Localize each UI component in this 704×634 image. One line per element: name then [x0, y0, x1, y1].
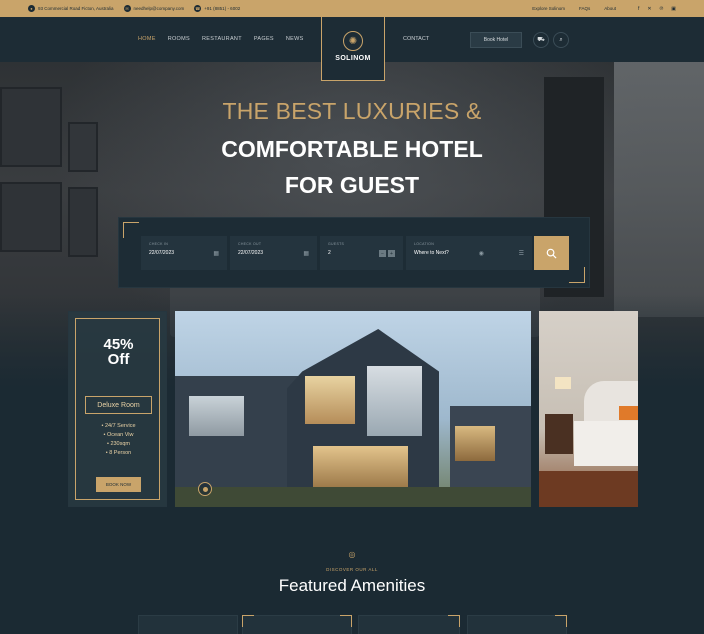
checkout-field[interactable]: CHECK OUT 22/07/2023 ▦ [230, 236, 317, 270]
cart-icon[interactable]: ⛟ [533, 32, 549, 48]
house-window [305, 376, 355, 424]
house-ground [175, 487, 531, 507]
email-link[interactable]: needhelp@company.com [134, 6, 185, 11]
minus-icon[interactable]: − [379, 250, 386, 257]
guests-stepper[interactable]: − + [377, 250, 395, 257]
book-hotel-button[interactable]: Book Hotel [470, 32, 522, 48]
promo-features: • 24/7 Service • Ocean Viw • 230sqm • 8 … [69, 422, 168, 458]
lamp [555, 377, 571, 389]
booking-form: CHECK IN 22/07/2023 ▦ CHECK OUT 22/07/20… [118, 217, 590, 288]
logo-icon: ✺ [343, 31, 363, 51]
house-image [175, 311, 531, 507]
checkin-label: CHECK IN [149, 242, 169, 246]
amenity-card[interactable] [358, 615, 460, 634]
nav-item-news[interactable]: NEWS [286, 36, 304, 42]
location-pin-icon: ● [28, 5, 35, 12]
address-item: ● 93 Commercial Road Ficton, Australia [28, 5, 114, 12]
ornament-corner [448, 615, 460, 627]
house-window [189, 396, 244, 436]
bed [574, 421, 638, 466]
promo-discount: 45% Off [69, 337, 168, 367]
promo-room: Deluxe Room [85, 396, 152, 414]
ornament-corner [569, 267, 585, 283]
bedroom-image [539, 311, 638, 507]
list-item: • 230sqm [106, 441, 131, 447]
guests-label: GUESTS [328, 242, 345, 246]
topbar-link-faqs[interactable]: FAQs [579, 6, 590, 11]
calendar-icon[interactable]: ▦ [213, 250, 219, 257]
filter-icon[interactable]: ☰ [519, 250, 524, 257]
plus-icon[interactable]: + [388, 250, 395, 257]
list-item: • 8 Person [105, 450, 132, 456]
social-links: f ✕ ℗ ▣ [630, 6, 676, 12]
checkin-field[interactable]: CHECK IN 22/07/2023 ▦ [141, 236, 227, 270]
topbar-link-about[interactable]: About [604, 6, 616, 11]
list-item: • 24/7 Service [101, 423, 136, 429]
floor [539, 471, 638, 507]
section-eyebrow: DISCOVER OUR ALL [326, 567, 378, 572]
checkin-value[interactable]: 22/07/2023 [149, 250, 219, 256]
amenity-card[interactable] [242, 615, 352, 634]
nav-item-contact[interactable]: CONTACT [403, 36, 429, 42]
search-button[interactable] [534, 236, 569, 270]
discount-off: Off [107, 351, 130, 368]
mail-icon: ✉ [123, 5, 131, 12]
ornament-corner [555, 615, 567, 627]
book-now-button[interactable]: BOOK NOW [96, 477, 141, 492]
top-info-bar: ● 93 Commercial Road Ficton, Australia ✉… [0, 0, 704, 17]
location-input[interactable]: Where to Next? [414, 250, 524, 256]
nav-item-home[interactable]: HOME [138, 36, 156, 42]
phone-link[interactable]: +91 (8851) - 6002 [204, 6, 240, 11]
x-icon[interactable]: ✕ [647, 6, 651, 12]
nav-item-rooms[interactable]: ROOMS [168, 36, 190, 42]
slider-dot[interactable] [198, 482, 212, 496]
phone-item[interactable]: ☎ +91 (8851) - 6002 [194, 5, 240, 12]
calendar-icon[interactable]: ▦ [303, 250, 309, 257]
discount-percent: 45% [103, 336, 134, 353]
address-text: 93 Commercial Road Ficton, Australia [38, 6, 114, 11]
ornament-corner [242, 615, 254, 627]
promo-card: 45% Off Deluxe Room • 24/7 Service • Oce… [68, 311, 167, 507]
ornament-corner [123, 222, 139, 238]
checkout-label: CHECK OUT [238, 242, 262, 246]
search-icon[interactable]: ⌕ [553, 32, 569, 48]
location-label: LOCATION [414, 242, 435, 246]
amenity-card[interactable] [138, 615, 238, 634]
location-field[interactable]: LOCATION Where to Next? ◉ ☰ [406, 236, 532, 270]
facebook-icon[interactable]: f [638, 6, 639, 12]
phone-icon: ☎ [194, 5, 202, 12]
instagram-icon[interactable]: ▣ [671, 6, 676, 12]
ornament-icon: ◎ [348, 550, 356, 559]
email-item[interactable]: ✉ needhelp@company.com [123, 5, 185, 12]
guests-field[interactable]: GUESTS 2 − + [320, 236, 403, 270]
ornament-corner [340, 615, 352, 627]
nightstand [545, 414, 573, 454]
nav-item-restaurant[interactable]: RESTAURANT [202, 36, 242, 42]
house-window [367, 366, 422, 436]
topbar-link-explore[interactable]: Explore Solinom [532, 6, 565, 11]
amenity-card[interactable] [467, 615, 567, 634]
location-pin-icon: ◉ [478, 251, 484, 257]
search-icon [546, 248, 557, 259]
hero-title-line2: COMFORTABLE HOTEL [221, 136, 483, 162]
logo[interactable]: ✺ SOLINOM [321, 17, 385, 81]
logo-text: SOLINOM [335, 55, 371, 62]
pinterest-icon[interactable]: ℗ [660, 6, 664, 12]
checkout-value[interactable]: 22/07/2023 [238, 250, 309, 256]
hero-title-line1: THE BEST LUXURIES & [222, 98, 482, 124]
pillow [619, 406, 638, 420]
house-window [455, 426, 495, 461]
section-title: Featured Amenities [278, 576, 426, 595]
list-item: • Ocean Viw [103, 432, 134, 438]
hero-title-line3: FOR GUEST [284, 172, 420, 198]
nav-item-pages[interactable]: PAGES [254, 36, 274, 42]
